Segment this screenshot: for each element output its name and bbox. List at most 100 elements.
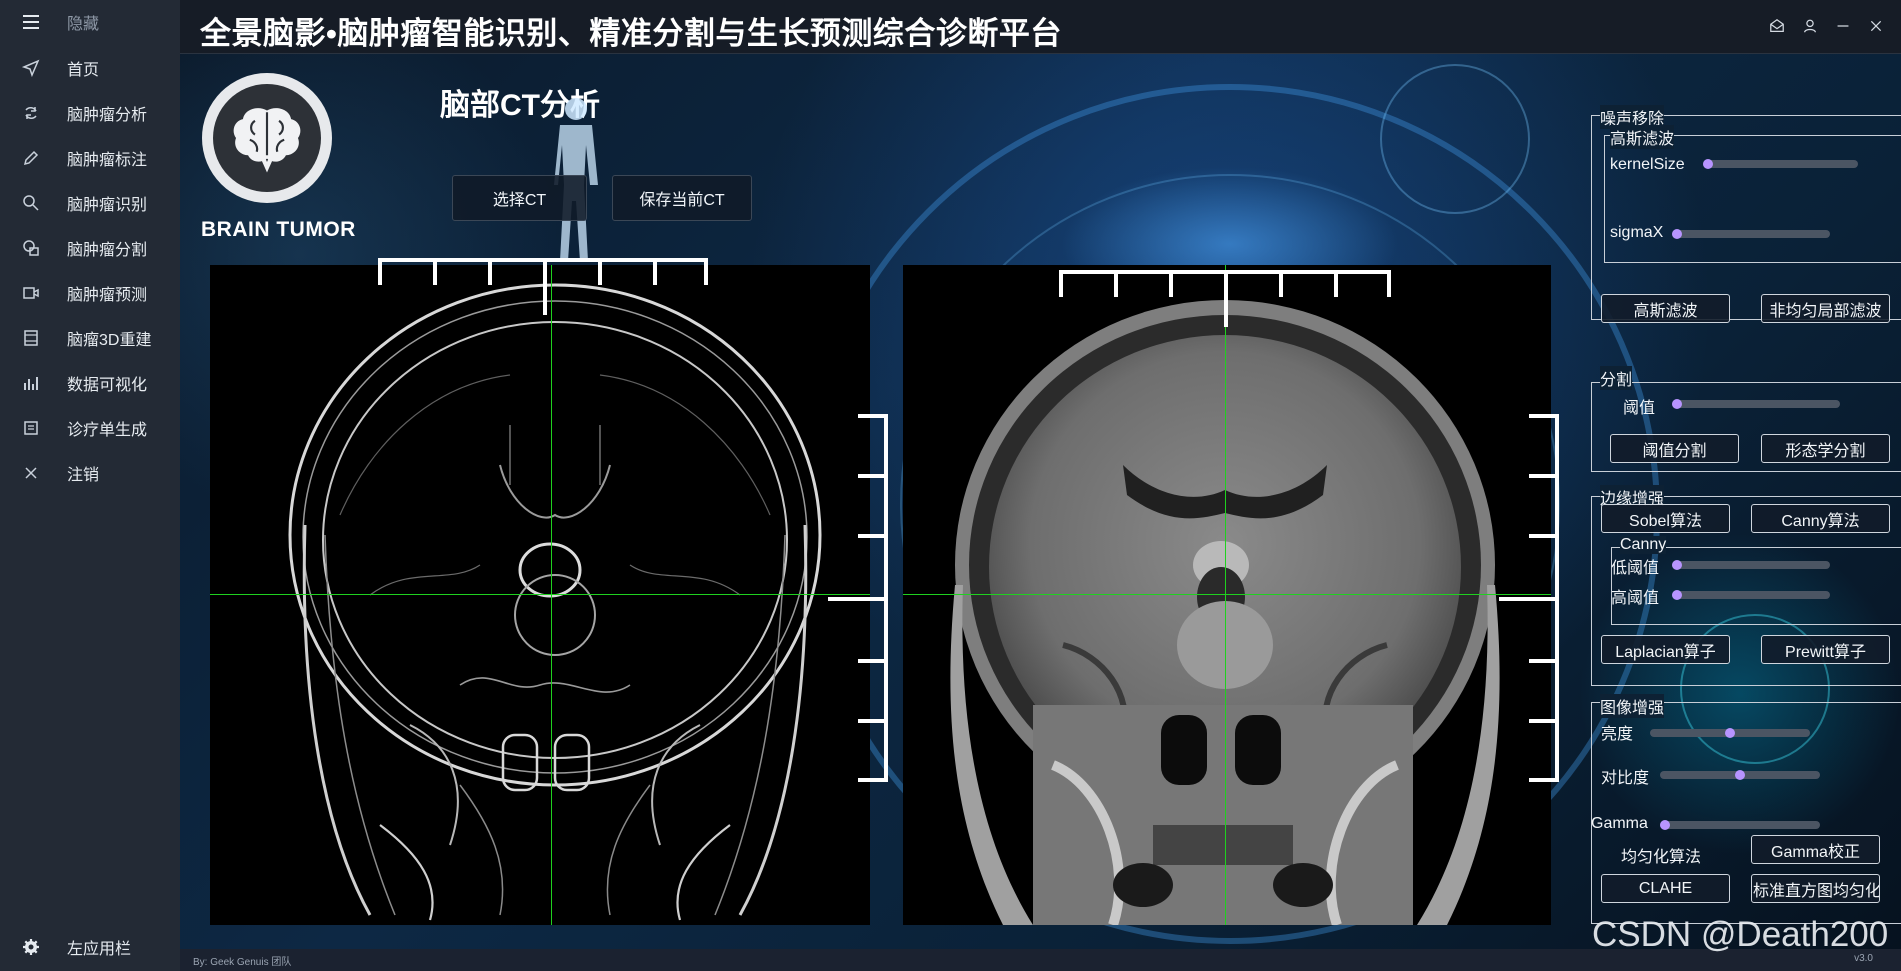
slider-handle[interactable] [1672, 229, 1682, 239]
sidebar-item-3d[interactable]: 脑瘤3D重建 [0, 316, 180, 360]
canny-button[interactable]: Canny算法 [1751, 504, 1890, 533]
sidebar-item-predict[interactable]: 脑肿瘤预测 [0, 271, 180, 315]
threshold-slider[interactable] [1672, 399, 1840, 409]
sobel-button[interactable]: Sobel算法 [1601, 504, 1730, 533]
document-icon [22, 419, 40, 437]
sidebar-item-label: 脑肿瘤标注 [67, 152, 148, 169]
sidebar-item-home[interactable]: 首页 [0, 46, 180, 90]
sidebar-toggle[interactable]: 隐藏 [0, 0, 180, 44]
sidebar-footer-settings[interactable]: 左应用栏 [0, 925, 180, 969]
sidebar-item-label: 数据可视化 [67, 377, 148, 394]
high-threshold-slider[interactable] [1672, 590, 1830, 600]
sidebar-item-label: 脑瘤3D重建 [67, 332, 152, 349]
sidebar-item-report[interactable]: 诊疗单生成 [0, 406, 180, 450]
ruler-top-right [1059, 270, 1391, 327]
slider-handle[interactable] [1660, 820, 1670, 830]
status-credit: By: Geek Genuis 团队 [193, 957, 292, 968]
sidebar-item-label: 诊疗单生成 [67, 422, 148, 439]
background-ring [1380, 64, 1530, 214]
slider-handle[interactable] [1672, 560, 1682, 570]
segment-group-title: 分割 [1600, 366, 1633, 390]
mail-icon[interactable] [1765, 14, 1789, 38]
send-icon [22, 59, 40, 77]
sidebar-item-label: 首页 [67, 62, 100, 79]
slider-handle[interactable] [1703, 159, 1713, 169]
threshold-label: 阈值 [1623, 400, 1656, 417]
select-ct-button[interactable]: 选择CT [452, 175, 587, 221]
brightness-label: 亮度 [1601, 726, 1634, 743]
sidebar-item-analysis[interactable]: 脑肿瘤分析 [0, 91, 180, 135]
sidebar-item-recognize[interactable]: 脑肿瘤识别 [0, 181, 180, 225]
save-ct-button[interactable]: 保存当前CT [612, 175, 752, 221]
gamma-label: Gamma [1591, 815, 1648, 832]
gear-icon [22, 938, 40, 956]
morph-segment-button[interactable]: 形态学分割 [1761, 434, 1890, 463]
app-title: 全景脑影•脑肿瘤智能识别、精准分割与生长预测综合诊断平台 [200, 16, 1062, 51]
search-icon [22, 194, 40, 212]
title-bar: 全景脑影•脑肿瘤智能识别、精准分割与生长预测综合诊断平台 [180, 0, 1901, 54]
gauss-group-title: 高斯滤波 [1610, 125, 1675, 149]
prewitt-button[interactable]: Prewitt算子 [1761, 635, 1890, 664]
slider-handle[interactable] [1672, 399, 1682, 409]
ruler-side-left [828, 414, 888, 782]
canny-group-title: Canny [1620, 536, 1667, 554]
sidebar-item-logout[interactable]: 注销 [0, 451, 180, 495]
contrast-slider[interactable] [1660, 770, 1820, 780]
film-icon [22, 329, 40, 347]
ct-original-scan [903, 265, 1551, 925]
sigma-x-slider[interactable] [1672, 229, 1830, 239]
menu-icon [22, 13, 40, 31]
gauss-filter-button[interactable]: 高斯滤波 [1601, 294, 1730, 323]
sidebar-item-visualize[interactable]: 数据可视化 [0, 361, 180, 405]
histogram-equalize-button[interactable]: 标准直方图均匀化 [1751, 874, 1880, 903]
slider-handle[interactable] [1725, 728, 1735, 738]
gauss-group-frame [1604, 135, 1901, 263]
sidebar-item-label: 脑肿瘤识别 [67, 197, 148, 214]
ct-original-image[interactable] [903, 265, 1551, 925]
crosshair-horizontal-left [210, 594, 870, 595]
kernel-size-label: kernelSize [1610, 156, 1685, 173]
equalize-label: 均匀化算法 [1621, 849, 1702, 866]
brain-icon [233, 108, 301, 173]
kernel-size-slider[interactable] [1703, 159, 1858, 169]
slider-handle[interactable] [1735, 770, 1745, 780]
low-threshold-slider[interactable] [1672, 560, 1830, 570]
gamma-correction-button[interactable]: Gamma校正 [1751, 835, 1880, 864]
gamma-slider[interactable] [1660, 820, 1820, 830]
high-threshold-label: 高阈值 [1611, 590, 1660, 607]
threshold-segment-button[interactable]: 阈值分割 [1610, 434, 1739, 463]
sidebar-footer-label: 左应用栏 [67, 941, 132, 958]
crosshair-vertical-right [1225, 265, 1226, 925]
sidebar-item-label: 脑肿瘤分析 [67, 107, 148, 124]
close-icon [22, 464, 40, 482]
ruler-top-left [378, 258, 708, 315]
minimize-icon[interactable] [1831, 14, 1855, 38]
contrast-label: 对比度 [1601, 770, 1650, 787]
sidebar-item-segment[interactable]: 脑肿瘤分割 [0, 226, 180, 270]
crosshair-horizontal-right [903, 594, 1551, 595]
video-icon [22, 284, 40, 302]
enhance-group-title: 图像增强 [1600, 694, 1665, 718]
pencil-icon [22, 149, 40, 167]
sidebar: 隐藏 首页 脑肿瘤分析 脑肿瘤标注 脑肿瘤识别 脑肿瘤分割 脑肿瘤预测 脑瘤3D… [0, 0, 180, 971]
slider-handle[interactable] [1672, 590, 1682, 600]
brightness-slider[interactable] [1650, 728, 1810, 738]
low-threshold-label: 低阈值 [1611, 560, 1660, 577]
laplacian-button[interactable]: Laplacian算子 [1601, 635, 1730, 664]
crosshair-vertical-left [551, 265, 552, 925]
refresh-icon [22, 104, 40, 122]
watermark: CSDN @Death200 [1592, 915, 1889, 954]
ct-edge-image[interactable] [210, 265, 870, 925]
close-window-icon[interactable] [1864, 14, 1888, 38]
ruler-side-right [1499, 414, 1559, 782]
sidebar-toggle-label: 隐藏 [67, 16, 100, 33]
sigma-x-label: sigmaX [1610, 224, 1664, 241]
brand-label: BRAIN TUMOR [201, 218, 356, 241]
ct-edge-scan [210, 265, 870, 925]
bar-chart-icon [22, 374, 40, 392]
nonlocal-filter-button[interactable]: 非均匀局部滤波 [1761, 294, 1890, 323]
sidebar-item-annotate[interactable]: 脑肿瘤标注 [0, 136, 180, 180]
clahe-button[interactable]: CLAHE [1601, 874, 1730, 903]
sidebar-item-label: 脑肿瘤预测 [67, 287, 148, 304]
user-icon[interactable] [1798, 14, 1822, 38]
